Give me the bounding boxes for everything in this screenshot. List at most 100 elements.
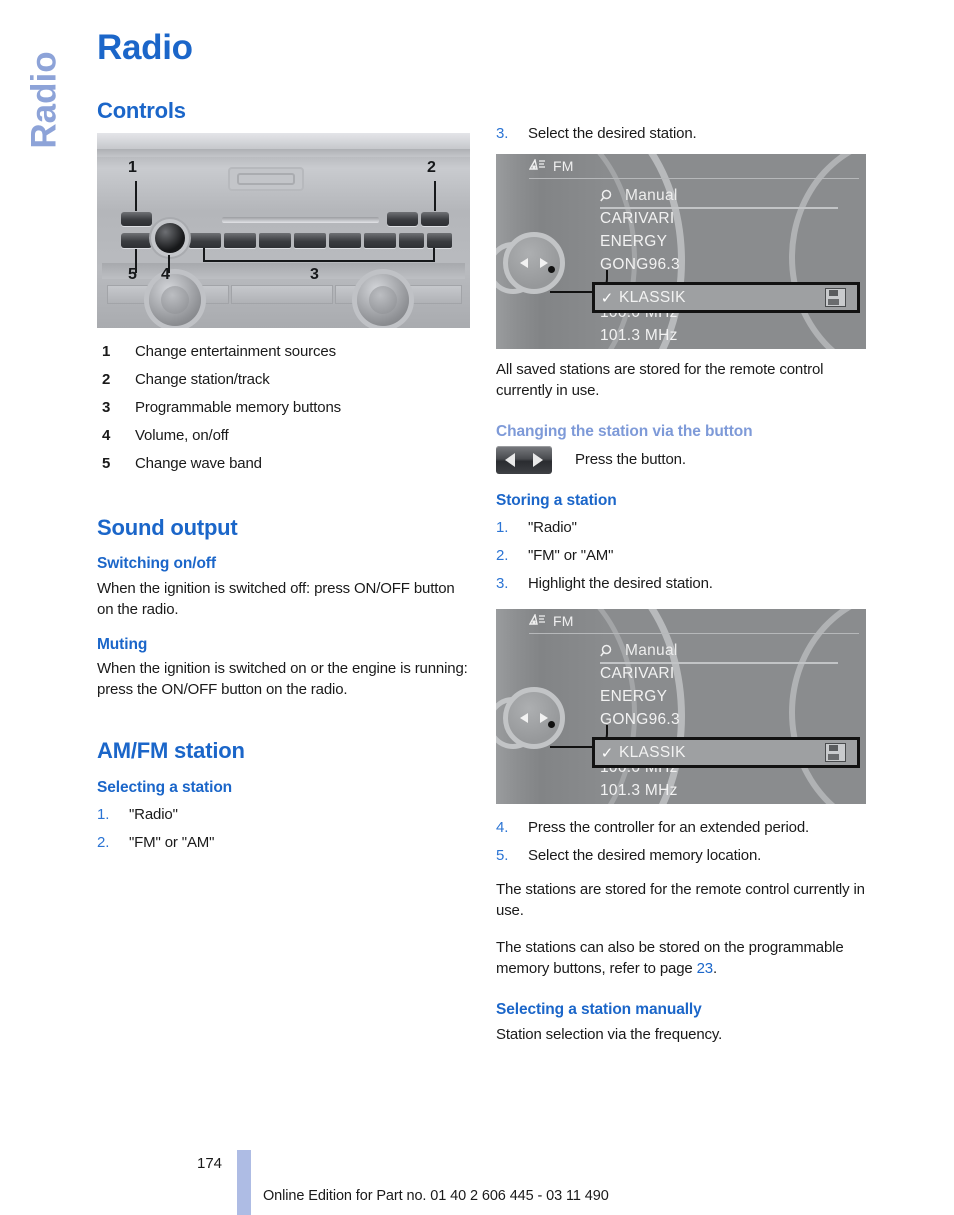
screen-header: FM <box>529 613 574 629</box>
callout-2: 2 <box>427 158 436 176</box>
list-item-label: GONG96.3 <box>600 255 680 273</box>
arrow-left-icon <box>520 713 528 724</box>
volume-knob <box>155 222 185 253</box>
step-number: 3. <box>496 125 509 142</box>
list-item-selected[interactable]: ✓ KLASSIK <box>592 282 860 313</box>
text-saved-stations-note: All saved stations are stored for the re… <box>496 361 824 399</box>
callout-3: 3 <box>310 265 319 283</box>
step-item: 3. Select the desired station. <box>496 120 871 148</box>
step-text: Select the desired station. <box>528 125 697 142</box>
text-muting: When the ignition is switched on or the … <box>97 660 468 699</box>
legend-number: 4 <box>102 426 111 444</box>
list-item-label: ENERGY <box>600 232 668 250</box>
list-item-label: CARIVARI <box>600 209 675 227</box>
callout-1: 1 <box>128 158 137 176</box>
list-item[interactable]: CARIVARI <box>600 207 852 230</box>
legend-item: 2 Change station/track <box>97 366 472 394</box>
heading-storing-a-station: Storing a station <box>496 491 617 509</box>
step-number: 2. <box>496 547 509 565</box>
step-number: 3. <box>496 575 509 593</box>
step-item: 1. "Radio" <box>496 514 871 542</box>
step-number: 4. <box>496 819 509 837</box>
step-item: 2. "FM" or "AM" <box>496 542 871 570</box>
memory-button-6 <box>364 232 396 248</box>
memory-button-5 <box>329 232 361 248</box>
legend-item: 4 Volume, on/off <box>97 422 472 450</box>
legend-number: 5 <box>102 454 111 472</box>
footer-accent-bar <box>237 1150 251 1215</box>
select-station-step-list: 3. Select the desired station. <box>496 120 871 148</box>
faceplate-display-strip <box>102 262 465 279</box>
callout-leader-3b <box>203 259 435 262</box>
list-item-label: 101.3 MHz <box>600 326 678 344</box>
step-number: 5. <box>496 847 509 865</box>
step-item: 3. Highlight the desired station. <box>496 570 871 598</box>
press-button-row: Press the button. <box>496 445 871 474</box>
storing-steps-top: 1. "Radio" 2. "FM" or "AM" 3. Highlight … <box>496 514 871 598</box>
seek-button-icon[interactable] <box>496 445 552 474</box>
heading-muting: Muting <box>97 635 148 653</box>
memory-button-4 <box>294 232 326 248</box>
arrow-right-icon <box>540 713 548 724</box>
heading-selecting-a-station: Selecting a station <box>97 778 233 796</box>
climate-dial-left <box>149 273 201 326</box>
memory-button-2 <box>224 232 256 248</box>
page-number: 174 <box>197 1155 223 1172</box>
step-text: Select the desired memory location. <box>528 847 762 865</box>
list-divider <box>600 662 838 665</box>
save-icon <box>825 743 846 763</box>
legend-item: 3 Programmable memory buttons <box>97 394 472 422</box>
faceplate-top-trim-2 <box>97 148 470 157</box>
list-item-label: GONG96.3 <box>600 710 680 728</box>
list-item-manual[interactable]: Manual <box>600 639 852 662</box>
check-icon: ✓ <box>600 744 614 762</box>
callout-5: 5 <box>128 265 137 283</box>
step-text: "FM" or "AM" <box>528 547 614 565</box>
text-programmable-note: The stations can also be stored on the p… <box>496 937 871 979</box>
list-item[interactable]: CARIVARI <box>600 662 852 685</box>
list-item-selected[interactable]: ✓ KLASSIK <box>592 737 860 769</box>
left-column: Radio Controls 1 2 3 4 5 1 Change entert… <box>97 29 472 857</box>
press-button-caption: Press the button. <box>575 451 686 469</box>
page-reference-link[interactable]: 23 <box>697 960 714 977</box>
callout-4: 4 <box>161 265 170 283</box>
climate-dial-right <box>357 273 409 326</box>
list-item-frequency[interactable]: 101.3 MHz <box>600 779 852 802</box>
step-text: Press the controller for an extended per… <box>528 819 810 837</box>
list-divider <box>600 207 838 209</box>
screen-band-label: FM <box>553 158 574 174</box>
list-item-manual[interactable]: Manual <box>600 184 852 207</box>
step-number: 2. <box>97 834 110 852</box>
memory-button-1 <box>189 232 221 248</box>
step-item: 2. "FM" or "AM" <box>97 829 472 857</box>
faceplate-top-trim <box>97 132 470 149</box>
list-item[interactable]: ENERGY <box>600 230 852 253</box>
memory-button-7 <box>399 232 424 248</box>
save-icon <box>825 288 846 307</box>
antenna-signal-icon <box>529 614 545 625</box>
list-item[interactable]: GONG96.3 <box>600 708 852 731</box>
list-item[interactable]: GONG96.3 <box>600 253 852 276</box>
footer-edition-note: Online Edition for Part no. 01 40 2 606 … <box>263 1188 609 1204</box>
legend-number: 3 <box>102 398 111 416</box>
callout-leader-3c <box>433 247 435 261</box>
check-icon: ✓ <box>600 289 614 307</box>
screen-band-label: FM <box>553 613 574 630</box>
legend-number: 1 <box>102 342 111 360</box>
callout-leader-2 <box>434 180 436 211</box>
legend-text: Programmable memory buttons <box>135 398 342 416</box>
heading-sound-output: Sound output <box>97 514 238 540</box>
list-item[interactable]: ENERGY <box>600 685 852 708</box>
screen-header: FM <box>529 158 574 174</box>
seek-button <box>421 211 449 226</box>
step-text: "Radio" <box>129 806 178 824</box>
arrow-right-icon <box>540 258 548 268</box>
step-text: Highlight the desired station. <box>528 575 713 593</box>
arrow-left-icon <box>505 452 515 467</box>
legend-item: 1 Change entertainment sources <box>97 338 472 366</box>
search-icon <box>600 644 616 658</box>
list-item-frequency[interactable]: 101.3 MHz <box>600 324 852 347</box>
list-item-label: Manual <box>625 641 678 659</box>
storing-steps-bottom: 4. Press the controller for an extended … <box>496 814 871 870</box>
legend-text: Change station/track <box>135 370 270 388</box>
